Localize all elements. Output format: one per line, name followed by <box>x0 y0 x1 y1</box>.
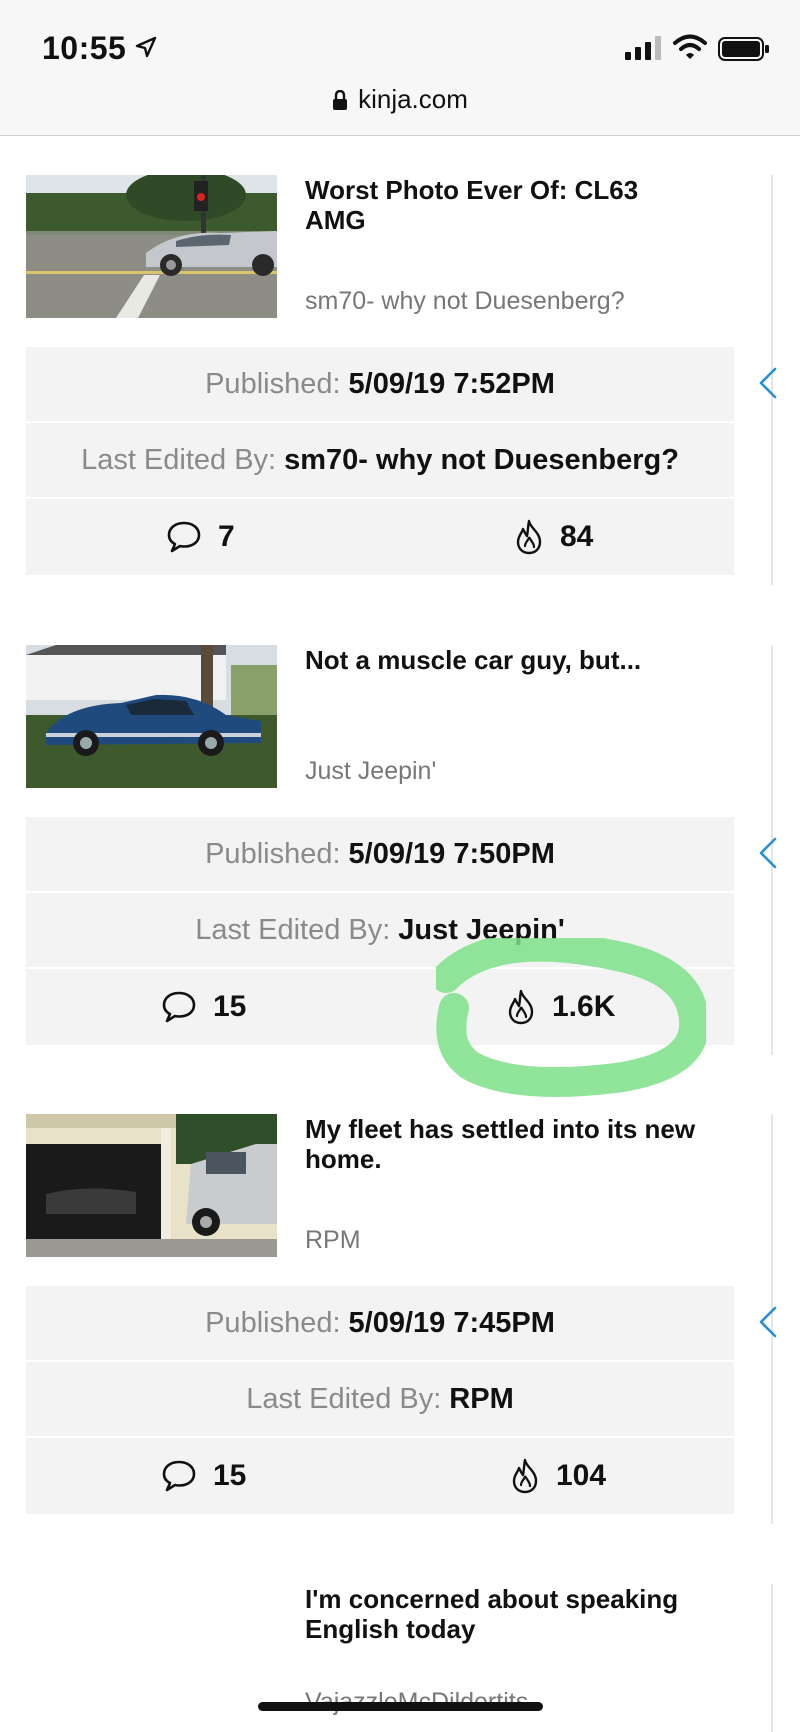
battery-icon <box>718 37 770 66</box>
post-title-link[interactable]: Worst Photo Ever Of: CL63 AMG <box>305 175 705 235</box>
stats-row: 15 104 <box>26 1438 734 1514</box>
flame-icon <box>512 1458 538 1494</box>
stats-row: 15 1.6K <box>26 969 734 1045</box>
published-label: Published: <box>205 837 341 870</box>
comments-count: 15 <box>213 990 247 1023</box>
last-edited-label: Last Edited By: <box>81 443 277 476</box>
flame-icon <box>508 989 534 1025</box>
comments-stat[interactable]: 7 <box>166 499 235 575</box>
home-indicator[interactable] <box>258 1702 543 1711</box>
comments-stat[interactable]: 15 <box>161 969 246 1045</box>
chevron-left-icon[interactable] <box>758 1306 778 1343</box>
last-edited-label: Last Edited By: <box>195 913 391 946</box>
comment-bubble-icon <box>162 1460 196 1492</box>
post-title-link[interactable]: My fleet has settled into its new home. <box>305 1114 705 1174</box>
post-meta-panel: Published: 5/09/19 7:52PM Last Edited By… <box>26 347 734 575</box>
last-edited-row: Last Edited By: Just Jeepin' <box>26 893 734 969</box>
chevron-left-icon[interactable] <box>758 837 778 874</box>
likes-stat[interactable]: 104 <box>510 1438 606 1514</box>
clock-time: 10:55 <box>42 30 127 66</box>
last-edited-by: Just Jeepin' <box>398 913 565 946</box>
chevron-left-icon[interactable] <box>758 367 778 404</box>
published-date: 5/09/19 7:50PM <box>348 837 555 870</box>
lock-icon <box>332 86 348 117</box>
location-arrow-icon <box>135 36 157 63</box>
post-thumbnail[interactable] <box>26 645 277 788</box>
likes-stat[interactable]: 1.6K <box>506 969 615 1045</box>
post-title-link[interactable]: I'm concerned about speaking English tod… <box>305 1584 705 1644</box>
published-date: 5/09/19 7:45PM <box>348 1306 555 1339</box>
post-card: Worst Photo Ever Of: CL63 AMG sm70- why … <box>0 175 800 615</box>
comments-stat[interactable]: 15 <box>161 1438 246 1514</box>
published-row: Published: 5/09/19 7:50PM <box>26 817 734 893</box>
last-edited-label: Last Edited By: <box>246 1382 442 1415</box>
url-text: kinja.com <box>358 84 468 114</box>
browser-status-bar: 10:55 kinja.com <box>0 0 800 136</box>
post-card: Not a muscle car guy, but... Just Jeepin… <box>0 645 800 1085</box>
post-card: My fleet has settled into its new home. … <box>0 1114 800 1554</box>
flame-icon <box>516 519 542 555</box>
wifi-icon <box>673 34 707 65</box>
last-edited-row: Last Edited By: RPM <box>26 1362 734 1438</box>
comments-count: 15 <box>213 1459 247 1492</box>
post-thumbnail[interactable] <box>26 175 277 318</box>
last-edited-row: Last Edited By: sm70- why not Duesenberg… <box>26 423 734 499</box>
post-title-link[interactable]: Not a muscle car guy, but... <box>305 645 705 675</box>
published-row: Published: 5/09/19 7:45PM <box>26 1286 734 1362</box>
published-label: Published: <box>205 1306 341 1339</box>
post-author[interactable]: Just Jeepin' <box>305 757 436 786</box>
post-meta-panel: Published: 5/09/19 7:50PM Last Edited By… <box>26 817 734 1045</box>
post-author[interactable]: RPM <box>305 1226 361 1255</box>
comments-count: 7 <box>218 520 235 553</box>
post-thumbnail[interactable] <box>26 1114 277 1257</box>
stats-row: 7 84 <box>26 499 734 575</box>
comment-bubble-icon <box>167 521 201 553</box>
likes-stat[interactable]: 84 <box>514 499 593 575</box>
last-edited-by: RPM <box>449 1382 514 1415</box>
post-meta-panel: Published: 5/09/19 7:45PM Last Edited By… <box>26 1286 734 1514</box>
published-label: Published: <box>205 367 341 400</box>
address-bar[interactable]: kinja.com <box>0 84 800 117</box>
cellular-signal-icon <box>625 36 665 65</box>
post-author[interactable]: sm70- why not Duesenberg? <box>305 287 625 316</box>
published-row: Published: 5/09/19 7:52PM <box>26 347 734 423</box>
likes-count: 104 <box>556 1459 607 1492</box>
likes-count: 1.6K <box>552 990 616 1023</box>
likes-count: 84 <box>560 520 594 553</box>
comment-bubble-icon <box>162 991 196 1023</box>
card-divider <box>771 1584 773 1732</box>
published-date: 5/09/19 7:52PM <box>348 367 555 400</box>
last-edited-by: sm70- why not Duesenberg? <box>284 443 679 476</box>
